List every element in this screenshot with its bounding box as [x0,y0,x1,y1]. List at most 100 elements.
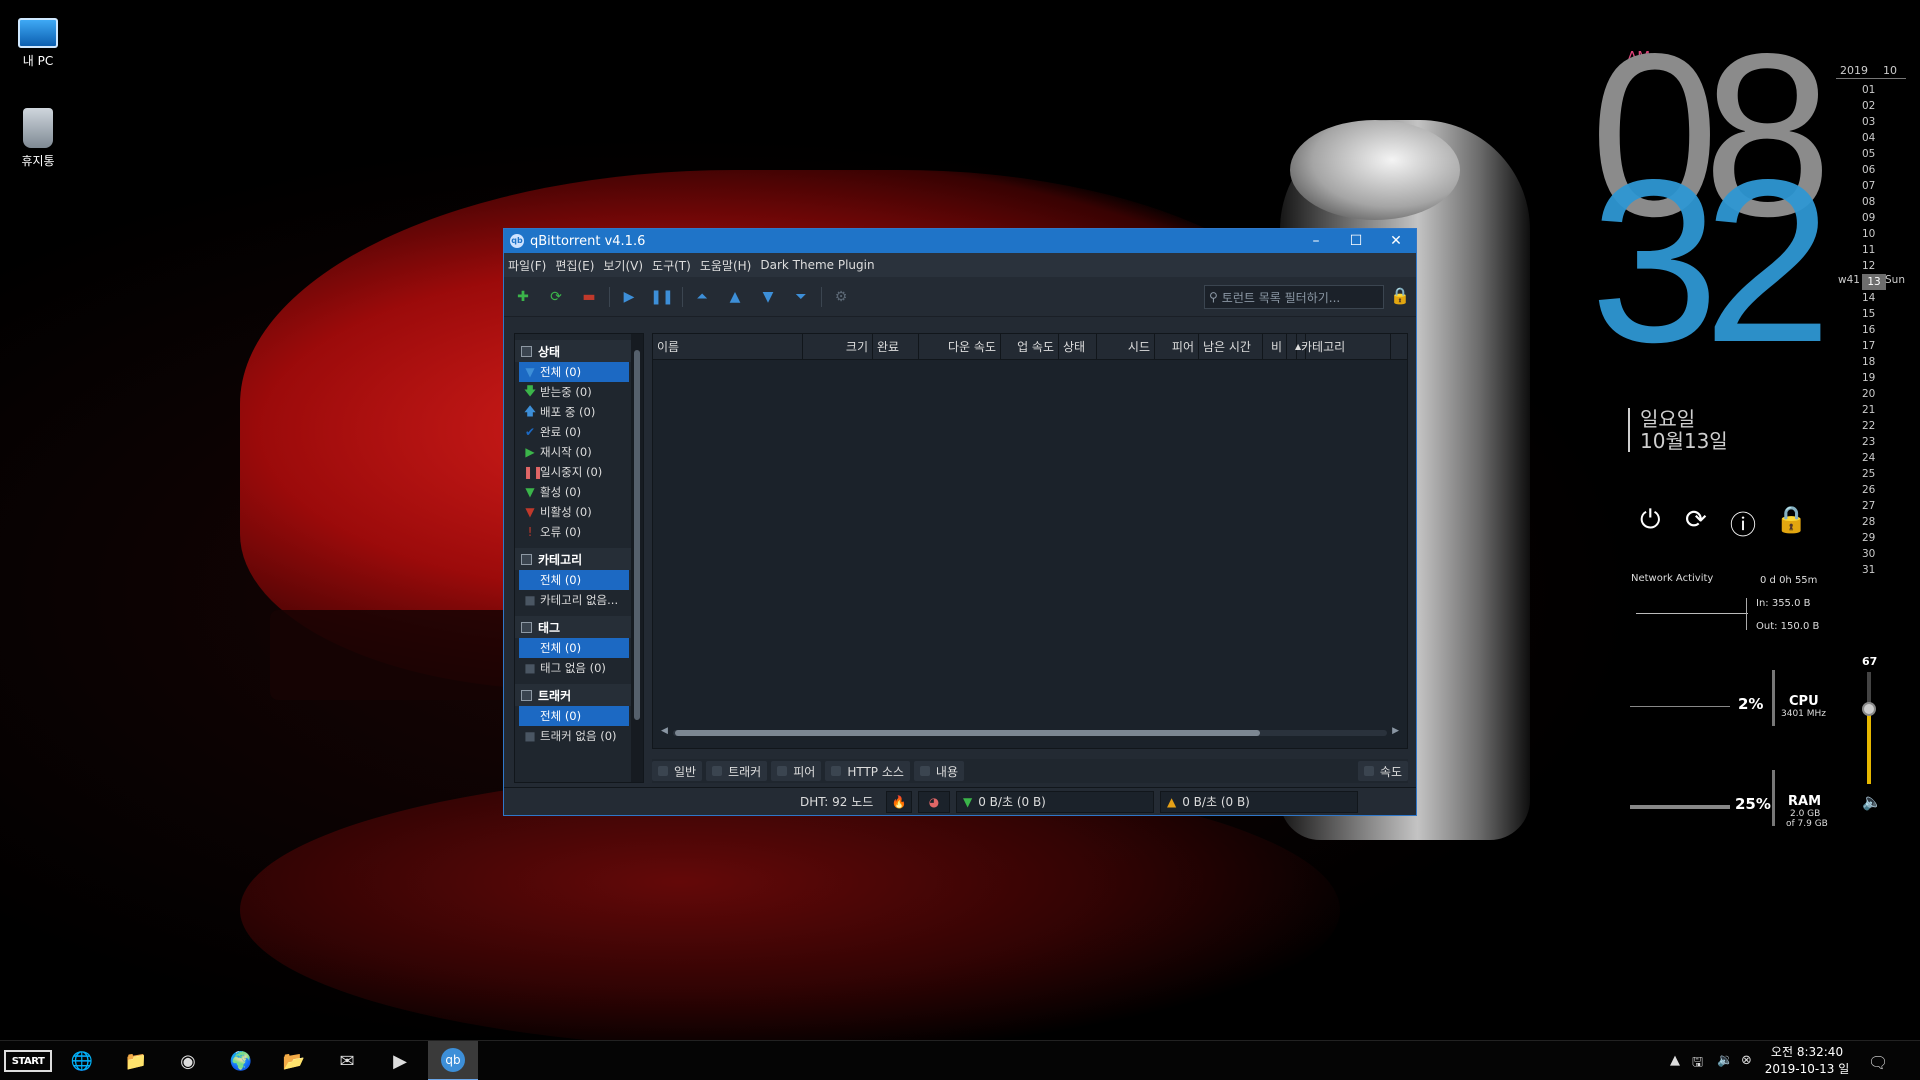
column-ratio[interactable]: 비 ▲ [1263,334,1307,359]
tag-item-all[interactable]: 전체 (0) [519,638,629,658]
column-down-speed[interactable]: 다운 속도 [919,334,1001,359]
taskbar-clock[interactable]: 오전 8:32:40 2019-10-13 일 [1762,1044,1852,1078]
column-peers[interactable]: 피어 [1155,334,1199,359]
collapse-checkbox[interactable] [521,689,532,701]
status-item-errored[interactable]: ! 오류 (0) [515,522,629,542]
torrent-filter-input[interactable]: ⚲ 토런트 목록 필터하기... [1204,285,1384,309]
chrome-icon[interactable]: ◉ [176,1049,200,1073]
scroll-left-icon[interactable]: ◀ [661,726,668,736]
status-item-downloading[interactable]: 🡇 받는중 (0) [515,382,629,402]
scrollbar-thumb[interactable] [675,730,1260,736]
restart-icon[interactable]: ⟳ [1685,505,1707,535]
menu-view[interactable]: 보기(V) [603,257,643,274]
menu-file[interactable]: 파일(F) [508,257,546,274]
volume-knob[interactable] [1862,702,1876,716]
menu-help[interactable]: 도움말(H) [700,257,752,274]
tracker-item-trackerless[interactable]: ■ 트래커 없음 (0) [515,726,629,746]
power-icon[interactable]: ⏻ [1640,505,1661,536]
remove-torrent-icon[interactable]: ▬ [576,284,602,310]
status-item-seeding[interactable]: 🡅 배포 중 (0) [515,402,629,422]
column-seeds[interactable]: 시드 [1097,334,1155,359]
status-item-completed[interactable]: ✔ 완료 (0) [515,422,629,442]
scrollbar-thumb[interactable] [634,350,640,720]
qbittorrent-taskbar-icon[interactable]: qb [428,1041,478,1080]
collapse-checkbox[interactable] [521,621,532,633]
add-torrent-file-icon[interactable]: ⟳ [543,284,569,310]
add-torrent-link-icon[interactable]: ✚ [510,284,536,310]
menu-tools[interactable]: 도구(T) [652,257,691,274]
category-group-header[interactable]: 카테고리 [515,548,643,570]
desktop-icon-my-pc[interactable]: 내 PC [0,10,76,69]
options-gear-icon[interactable]: ⚙ [828,284,854,310]
browser-icon[interactable]: 🌍 [229,1049,253,1073]
tab-speed[interactable]: 속도 [1357,761,1408,781]
sidebar-scrollbar[interactable] [631,334,643,782]
speaker-icon[interactable]: 🔈 [1862,792,1882,811]
column-size[interactable]: 크기 [803,334,873,359]
resume-icon[interactable]: ▶ [616,284,642,310]
torrent-list[interactable]: 이름 크기 완료 다운 속도 업 속도 상태 시드 피어 남은 시간 비 ▲ 카테… [652,333,1408,749]
scroll-right-icon[interactable]: ▶ [1392,726,1399,736]
move-down-icon[interactable]: ▼ [755,284,781,310]
tracker-item-all[interactable]: 전체 (0) [519,706,629,726]
logoff-icon[interactable]: ⓘ [1730,505,1756,542]
column-category[interactable]: 카테고리 [1297,334,1391,359]
status-item-inactive[interactable]: ▼ 비활성 (0) [515,502,629,522]
status-item-all[interactable]: ▼ 전체 (0) [519,362,629,382]
column-status[interactable]: 상태 [1059,334,1097,359]
connection-status-icon[interactable]: 🔥 [886,790,912,813]
calendar-days: 01 02 03 04 05 06 07 08 09 10 11 12 13 14 15 16 17 18 19 20… [1862,82,1886,578]
status-group-header[interactable]: 상태 [515,340,643,362]
network-tray-icon[interactable]: 🖫 [1692,1053,1703,1075]
mail-icon[interactable]: ✉ [335,1049,359,1073]
speed-limit-gauge-icon[interactable]: ◕ [918,790,950,813]
tab-peers[interactable]: 피어 [771,761,822,781]
tab-content[interactable]: 내용 [913,761,965,781]
lock-screen-icon[interactable]: 🔒 [1775,505,1807,535]
show-hidden-icons-icon[interactable]: ▲ [1670,1053,1680,1068]
menu-edit[interactable]: 편집(E) [555,257,594,274]
lock-icon[interactable]: 🔒 [1390,286,1410,308]
tab-general[interactable]: 일반 [652,761,703,781]
upload-speed-status[interactable]: ▲ 0 B/초 (0 B) [1160,790,1358,813]
volume-track[interactable] [1867,672,1871,784]
start-button[interactable]: START [4,1050,52,1072]
collapse-checkbox[interactable] [521,345,532,357]
tab-trackers[interactable]: 트래커 [706,761,768,781]
volume-tray-icon[interactable]: 🔉 [1717,1053,1733,1068]
menu-dark-theme-plugin[interactable]: Dark Theme Plugin [760,258,874,272]
calendar-day: 05 [1862,148,1876,160]
close-button[interactable]: ✕ [1376,229,1416,253]
media-player-icon[interactable]: ▶ [388,1049,412,1073]
column-progress[interactable]: 완료 [873,334,919,359]
status-item-resumed[interactable]: ▶ 재시작 (0) [515,442,629,462]
collapse-checkbox[interactable] [521,553,532,565]
file-explorer-icon[interactable]: 📁 [124,1049,148,1073]
download-speed-status[interactable]: ▼ 0 B/초 (0 B) [956,790,1154,813]
title-bar[interactable]: qb qBittorrent v4.1.6 – ☐ ✕ [504,229,1416,253]
folder-icon[interactable]: 📂 [282,1049,306,1073]
pause-icon[interactable]: ❚❚ [649,284,675,310]
column-up-speed[interactable]: 업 속도 [1001,334,1059,359]
tracker-group-header[interactable]: 트래커 [515,684,643,706]
notification-x-icon[interactable]: ⊗ [1741,1053,1752,1068]
column-name[interactable]: 이름 [653,334,803,359]
tab-http-sources[interactable]: HTTP 소스 [825,761,910,781]
move-bottom-icon[interactable]: ⏷ [788,284,814,310]
action-center-icon[interactable]: 🗨 [1868,1053,1888,1072]
move-top-icon[interactable]: ⏶ [689,284,715,310]
desktop-icon-recycle-bin[interactable]: 휴지통 [0,108,76,169]
column-eta[interactable]: 남은 시간 [1199,334,1263,359]
status-item-paused[interactable]: ❚❚ 일시중지 (0) [515,462,629,482]
category-item-all[interactable]: 전체 (0) [519,570,629,590]
move-up-icon[interactable]: ▲ [722,284,748,310]
status-item-active[interactable]: ▼ 활성 (0) [515,482,629,502]
minimize-button[interactable]: – [1296,229,1336,253]
category-item-uncategorized[interactable]: ■ 카테고리 없음... [515,590,629,610]
network-globe-icon[interactable]: 🌐 [70,1049,94,1073]
tag-item-untagged[interactable]: ■ 태그 없음 (0) [515,658,629,678]
list-horizontal-scrollbar[interactable]: ◀ ▶ [661,726,1399,738]
tag-group-header[interactable]: 태그 [515,616,643,638]
maximize-button[interactable]: ☐ [1336,229,1376,253]
toolbar: ✚ ⟳ ▬ ▶ ❚❚ ⏶ ▲ ▼ ⏷ ⚙ ⚲ 토런트 목록 필터하기... 🔒 [504,277,1416,317]
